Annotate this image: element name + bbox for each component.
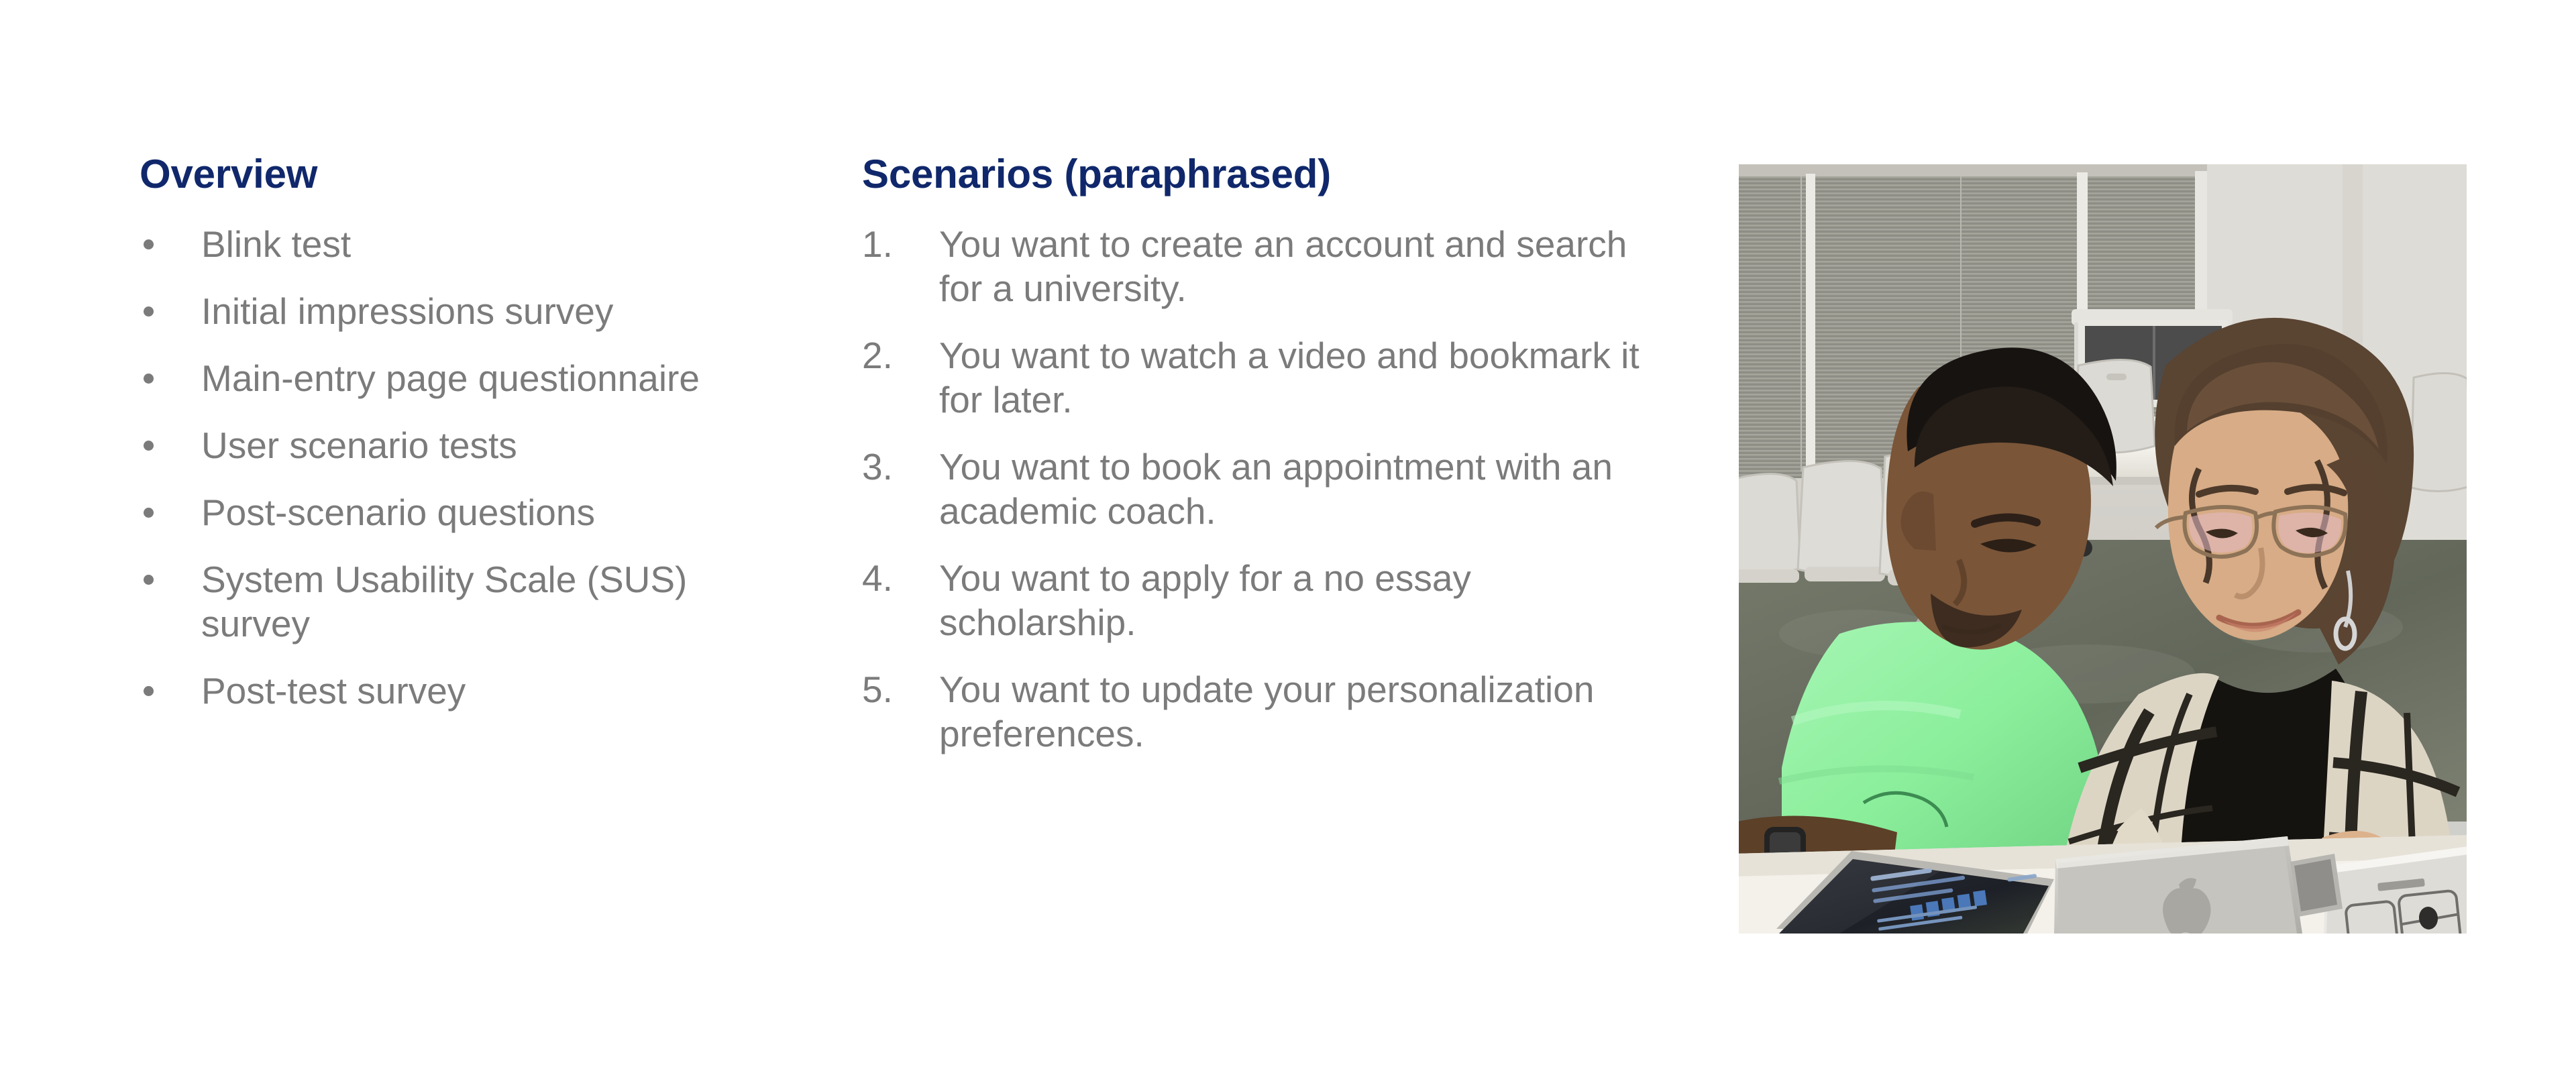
- overview-item-label: Blink test: [201, 223, 352, 265]
- list-item: User scenario tests: [140, 423, 797, 467]
- scenarios-column: Scenarios (paraphrased) 1. You want to c…: [862, 152, 1654, 756]
- list-number: 5.: [862, 668, 893, 710]
- scenario-item-text: You want to apply for a no essay scholar…: [939, 557, 1471, 643]
- scenario-item-text: You want to update your personalization …: [939, 668, 1595, 754]
- scenarios-heading: Scenarios (paraphrased): [862, 152, 1331, 196]
- bullet-dot-icon: [144, 685, 154, 696]
- list-number: 3.: [862, 445, 893, 488]
- scenario-item-text: You want to watch a video and bookmark i…: [939, 334, 1640, 420]
- list-number: 1.: [862, 223, 893, 265]
- list-number: 2.: [862, 334, 893, 376]
- list-item: 3. You want to book an appointment with …: [862, 445, 1654, 533]
- list-item: 4. You want to apply for a no essay scho…: [862, 556, 1654, 644]
- bullet-dot-icon: [144, 507, 154, 518]
- bullet-dot-icon: [144, 239, 154, 249]
- overview-item-label: Post-scenario questions: [201, 491, 595, 533]
- list-item: Main-entry page questionnaire: [140, 356, 797, 400]
- list-item: Post-scenario questions: [140, 490, 797, 534]
- list-item: Post-test survey: [140, 669, 797, 713]
- list-item: Initial impressions survey: [140, 289, 797, 333]
- overview-item-label: System Usability Scale (SUS) survey: [201, 558, 688, 644]
- usability-test-photo: [1739, 164, 2467, 934]
- slide-canvas: Overview Blink test Initial impressions …: [0, 0, 2576, 1073]
- scenario-item-text: You want to create an account and search…: [939, 223, 1627, 309]
- overview-item-label: Main-entry page questionnaire: [201, 357, 700, 399]
- list-number: 4.: [862, 557, 893, 599]
- scenarios-list: 1. You want to create an account and sea…: [862, 222, 1654, 756]
- list-item: System Usability Scale (SUS) survey: [140, 557, 797, 646]
- bullet-dot-icon: [144, 373, 154, 384]
- bullet-dot-icon: [144, 306, 154, 317]
- bullet-dot-icon: [144, 440, 154, 451]
- list-item: Blink test: [140, 222, 797, 266]
- bullet-dot-icon: [144, 574, 154, 585]
- overview-item-label: Post-test survey: [201, 669, 466, 712]
- overview-item-label: Initial impressions survey: [201, 290, 614, 332]
- overview-list: Blink test Initial impressions survey Ma…: [140, 222, 797, 713]
- overview-column: Overview Blink test Initial impressions …: [140, 152, 797, 713]
- list-item: 1. You want to create an account and sea…: [862, 222, 1654, 310]
- overview-heading: Overview: [140, 152, 318, 196]
- list-item: 2. You want to watch a video and bookmar…: [862, 333, 1654, 422]
- list-item: 5. You want to update your personalizati…: [862, 667, 1654, 756]
- overview-item-label: User scenario tests: [201, 424, 517, 466]
- scenario-item-text: You want to book an appointment with an …: [939, 445, 1613, 532]
